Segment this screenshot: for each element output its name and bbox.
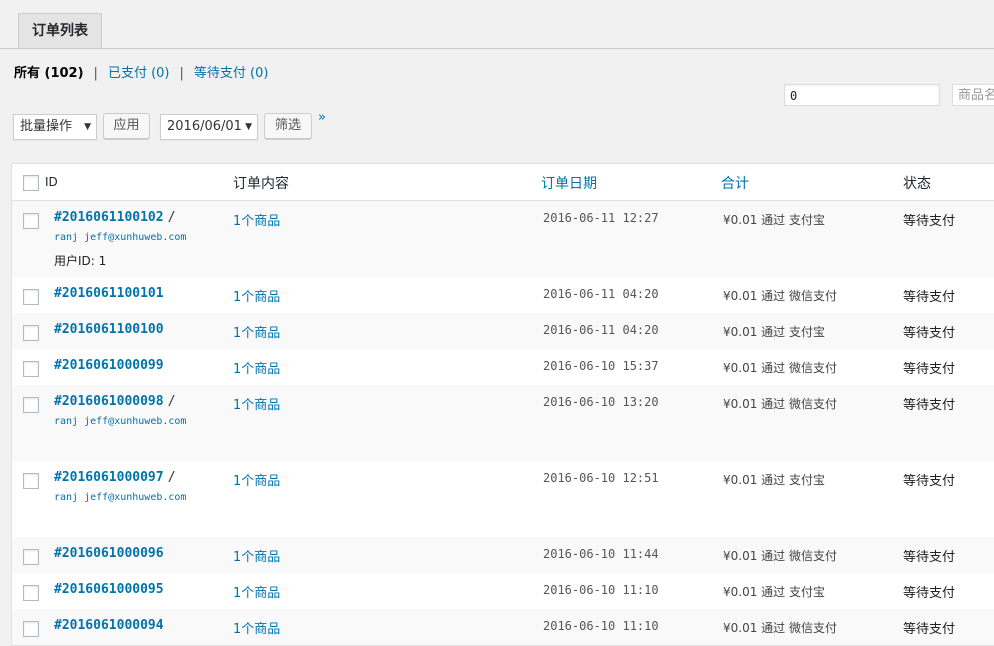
- row-checkbox[interactable]: [23, 621, 39, 637]
- separator: /: [167, 470, 176, 485]
- separator: |: [179, 66, 184, 81]
- chevron-down-icon: ▼: [84, 122, 91, 132]
- order-total: ¥0.01 通过 微信支付: [723, 621, 837, 635]
- order-status: 等待支付: [903, 214, 956, 229]
- order-total: ¥0.01 通过 微信支付: [723, 361, 837, 375]
- row-checkbox[interactable]: [23, 473, 39, 489]
- order-id-link[interactable]: #2016061100101: [54, 286, 164, 301]
- orders-table: ID 订单内容 订单日期 合计 状态 #2016061100102 / ranj…: [11, 163, 994, 646]
- order-date: 2016-06-10 13:20: [543, 395, 659, 409]
- tab-order-list[interactable]: 订单列表: [18, 13, 102, 48]
- table-row: #2016061000095 1个商品 2016-06-10 11:10 ¥0.…: [12, 573, 994, 609]
- next-page-link[interactable]: »: [318, 110, 326, 125]
- separator: /: [167, 210, 176, 225]
- order-id-link[interactable]: #2016061000098: [54, 394, 164, 409]
- table-row: #2016061100100 1个商品 2016-06-11 04:20 ¥0.…: [12, 313, 994, 349]
- product-search-input[interactable]: 商品名: [952, 84, 994, 106]
- column-id: ID: [45, 175, 58, 189]
- order-items-link[interactable]: 1个商品: [233, 394, 280, 413]
- order-status: 等待支付: [903, 622, 956, 637]
- customer-link[interactable]: ranj jeff@xunhuweb.com: [54, 232, 186, 243]
- row-checkbox[interactable]: [23, 397, 39, 413]
- order-date: 2016-06-11 12:27: [543, 211, 659, 225]
- table-row: #2016061100101 1个商品 2016-06-11 04:20 ¥0.…: [12, 277, 994, 313]
- order-total: ¥0.01 通过 微信支付: [723, 397, 837, 411]
- tab-bar-line: [0, 48, 994, 49]
- table-row: #2016061000098 / ranj jeff@xunhuweb.com …: [12, 385, 994, 461]
- search-input[interactable]: 0: [784, 84, 940, 106]
- order-status: 等待支付: [903, 550, 956, 565]
- order-status: 等待支付: [903, 474, 956, 489]
- row-checkbox[interactable]: [23, 585, 39, 601]
- table-row: #2016061000096 1个商品 2016-06-10 11:44 ¥0.…: [12, 537, 994, 573]
- order-date: 2016-06-11 04:20: [543, 287, 659, 301]
- table-row: #2016061000099 1个商品 2016-06-10 15:37 ¥0.…: [12, 349, 994, 385]
- apply-button[interactable]: 应用: [103, 113, 150, 139]
- order-date: 2016-06-10 11:44: [543, 547, 659, 561]
- order-date: 2016-06-10 11:10: [543, 619, 659, 633]
- order-items-link[interactable]: 1个商品: [233, 358, 280, 377]
- filter-button[interactable]: 筛选: [264, 113, 312, 139]
- order-total: ¥0.01 通过 微信支付: [723, 549, 837, 563]
- order-items-link[interactable]: 1个商品: [233, 582, 280, 601]
- row-checkbox[interactable]: [23, 325, 39, 341]
- separator: /: [167, 394, 176, 409]
- table-row: #2016061000094 1个商品 2016-06-10 11:10 ¥0.…: [12, 609, 994, 645]
- order-status: 等待支付: [903, 362, 956, 377]
- bulk-actions-select[interactable]: 批量操作 ▼: [13, 114, 97, 140]
- table-row: #2016061000097 / ranj jeff@xunhuweb.com …: [12, 461, 994, 537]
- order-items-link[interactable]: 1个商品: [233, 618, 280, 637]
- status-filter-links: 所有 (102) | 已支付 (0) | 等待支付 (0): [14, 62, 268, 81]
- chevron-down-icon: ▼: [245, 122, 252, 132]
- order-status: 等待支付: [903, 326, 956, 341]
- filter-paid[interactable]: 已支付 (0): [108, 66, 170, 81]
- column-date-sort[interactable]: 订单日期: [541, 173, 597, 193]
- date-filter-value: 2016/06/01: [167, 119, 242, 134]
- row-checkbox[interactable]: [23, 361, 39, 377]
- order-date: 2016-06-11 04:20: [543, 323, 659, 337]
- order-id-link[interactable]: #2016061100102: [54, 210, 164, 225]
- order-id-link[interactable]: #2016061000095: [54, 582, 164, 597]
- user-id: 用户ID: 1: [54, 254, 107, 268]
- order-date: 2016-06-10 15:37: [543, 359, 659, 373]
- order-id-link[interactable]: #2016061000096: [54, 546, 164, 561]
- order-date: 2016-06-10 12:51: [543, 471, 659, 485]
- column-content: 订单内容: [233, 176, 289, 192]
- filter-pending[interactable]: 等待支付 (0): [194, 66, 269, 81]
- select-all-checkbox[interactable]: [23, 175, 39, 191]
- order-items-link[interactable]: 1个商品: [233, 286, 280, 305]
- order-id-link[interactable]: #2016061100100: [54, 322, 164, 337]
- table-row: #2016061100102 / ranj jeff@xunhuweb.com …: [12, 201, 994, 277]
- order-items-link[interactable]: 1个商品: [233, 210, 280, 229]
- row-checkbox[interactable]: [23, 213, 39, 229]
- order-items-link[interactable]: 1个商品: [233, 546, 280, 565]
- row-checkbox[interactable]: [23, 289, 39, 305]
- bulk-actions-label: 批量操作: [20, 119, 73, 134]
- order-items-link[interactable]: 1个商品: [233, 322, 280, 341]
- row-checkbox[interactable]: [23, 549, 39, 565]
- order-status: 等待支付: [903, 398, 956, 413]
- table-body: #2016061100102 / ranj jeff@xunhuweb.com …: [12, 201, 994, 645]
- order-total: ¥0.01 通过 微信支付: [723, 289, 837, 303]
- table-header: ID 订单内容 订单日期 合计 状态: [12, 164, 994, 201]
- order-items-link[interactable]: 1个商品: [233, 470, 280, 489]
- customer-link[interactable]: ranj jeff@xunhuweb.com: [54, 492, 186, 503]
- column-total-sort[interactable]: 合计: [721, 173, 749, 193]
- order-total: ¥0.01 通过 支付宝: [723, 325, 825, 339]
- date-filter-select[interactable]: 2016/06/01 ▼: [160, 114, 258, 140]
- order-status: 等待支付: [903, 586, 956, 601]
- column-status: 状态: [903, 176, 931, 192]
- order-id-link[interactable]: #2016061000097: [54, 470, 164, 485]
- order-total: ¥0.01 通过 支付宝: [723, 585, 825, 599]
- order-id-link[interactable]: #2016061000094: [54, 618, 164, 633]
- separator: |: [93, 66, 98, 81]
- customer-link[interactable]: ranj jeff@xunhuweb.com: [54, 416, 186, 427]
- order-id-link[interactable]: #2016061000099: [54, 358, 164, 373]
- filter-all[interactable]: 所有 (102): [14, 66, 84, 81]
- order-status: 等待支付: [903, 290, 956, 305]
- order-total: ¥0.01 通过 支付宝: [723, 213, 825, 227]
- order-total: ¥0.01 通过 支付宝: [723, 473, 825, 487]
- order-date: 2016-06-10 11:10: [543, 583, 659, 597]
